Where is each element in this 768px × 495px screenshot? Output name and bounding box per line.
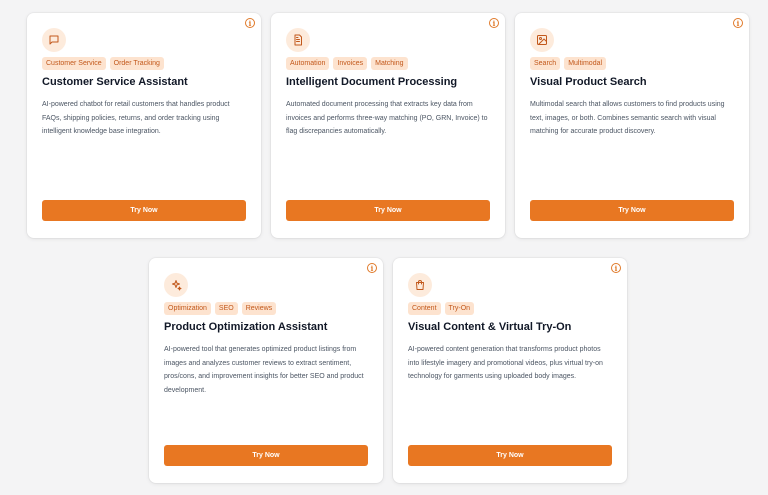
- solution-card: i Content Try-On Visual Content & Virtua…: [393, 258, 627, 483]
- tag: Try-On: [444, 302, 475, 315]
- chat-bubble-icon: [42, 28, 66, 52]
- image-icon: [530, 28, 554, 52]
- tag: Order Tracking: [109, 57, 164, 70]
- card-description: AI-powered chatbot for retail customers …: [42, 101, 230, 135]
- tag: Matching: [371, 57, 408, 70]
- card-description: AI-powered tool that generates optimized…: [164, 346, 364, 394]
- info-icon[interactable]: i: [367, 263, 377, 273]
- tag: Optimization: [164, 302, 211, 315]
- try-now-button[interactable]: Try Now: [42, 200, 246, 221]
- info-icon[interactable]: i: [489, 18, 499, 28]
- tag: Reviews: [241, 302, 277, 315]
- tag-list: Content Try-On: [408, 302, 475, 315]
- tag: Search: [530, 57, 561, 70]
- try-now-button[interactable]: Try Now: [164, 445, 368, 466]
- tag-list: Optimization SEO Reviews: [164, 302, 277, 315]
- card-description: Multimodal search that allows customers …: [530, 101, 725, 135]
- info-icon[interactable]: i: [733, 18, 743, 28]
- try-now-button[interactable]: Try Now: [286, 200, 490, 221]
- info-icon[interactable]: i: [611, 263, 621, 273]
- tag-list: Search Multimodal: [530, 57, 607, 70]
- solution-card: i Automation Invoices Matching Intellige…: [271, 13, 505, 238]
- card-title: Visual Product Search: [530, 76, 647, 88]
- sparkles-icon: [164, 273, 188, 297]
- try-now-button[interactable]: Try Now: [530, 200, 734, 221]
- try-now-button[interactable]: Try Now: [408, 445, 612, 466]
- card-description: AI-powered content generation that trans…: [408, 346, 603, 380]
- document-icon: [286, 28, 310, 52]
- solution-card: i Customer Service Order Tracking Custom…: [27, 13, 261, 238]
- tag: Automation: [286, 57, 330, 70]
- solution-card: i Search Multimodal Visual Product Searc…: [515, 13, 749, 238]
- tag-list: Automation Invoices Matching: [286, 57, 408, 70]
- shopping-bag-icon: [408, 273, 432, 297]
- info-icon[interactable]: i: [245, 18, 255, 28]
- tag: Multimodal: [564, 57, 607, 70]
- tag: SEO: [214, 302, 238, 315]
- card-title: Product Optimization Assistant: [164, 321, 328, 333]
- tag: Content: [408, 302, 441, 315]
- card-title: Visual Content & Virtual Try-On: [408, 321, 572, 333]
- solution-card: i Optimization SEO Reviews Product Optim…: [149, 258, 383, 483]
- card-title: Intelligent Document Processing: [286, 76, 458, 88]
- tag-list: Customer Service Order Tracking: [42, 57, 164, 70]
- card-title: Customer Service Assistant: [42, 76, 188, 88]
- tag: Customer Service: [42, 57, 106, 70]
- card-description: Automated document processing that extra…: [286, 101, 488, 135]
- tag: Invoices: [333, 57, 368, 70]
